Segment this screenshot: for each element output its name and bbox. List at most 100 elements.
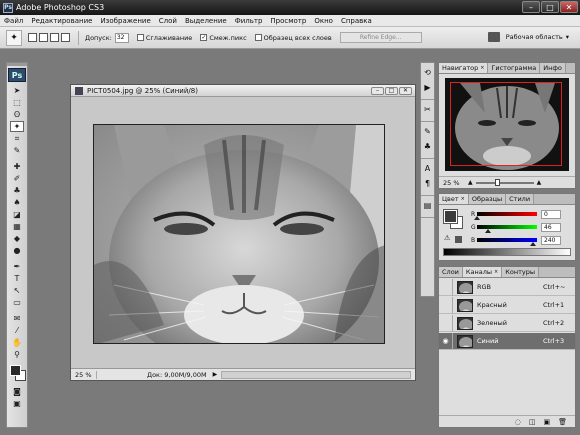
tab-styles[interactable]: Стили [506, 194, 535, 204]
brushes-panel-icon[interactable]: ✎ [422, 126, 433, 137]
visibility-eye-icon[interactable] [439, 278, 453, 296]
visibility-eye-icon[interactable]: ◉ [439, 332, 453, 350]
crop-tool-icon[interactable]: ⌗ [10, 133, 24, 144]
doc-close-button[interactable]: ✕ [399, 87, 412, 95]
clone-stamp-icon[interactable]: ♣ [10, 185, 24, 196]
gamut-warning-icon[interactable]: ⚠ [444, 234, 450, 242]
horizontal-scrollbar[interactable] [221, 370, 411, 379]
visibility-eye-icon[interactable] [439, 314, 453, 332]
marquee-tool-icon[interactable]: ⬚ [10, 97, 24, 108]
maximize-button[interactable]: □ [541, 1, 559, 13]
paragraph-panel-icon[interactable]: ¶ [422, 178, 433, 189]
zoom-in-icon[interactable]: ▲ [537, 179, 542, 186]
close-button[interactable]: ✕ [560, 1, 578, 13]
tab-navigator[interactable]: Навигатор × [439, 63, 489, 73]
tab-swatches[interactable]: Образцы [468, 194, 507, 204]
green-slider-knob[interactable] [484, 229, 491, 233]
shape-tool-icon[interactable]: ▭ [10, 297, 24, 308]
zoom-slider[interactable] [475, 178, 534, 186]
menu-layer[interactable]: Слой [159, 17, 177, 25]
subtract-selection-icon[interactable] [50, 33, 59, 42]
type-tool-icon[interactable]: T [10, 273, 24, 284]
healing-brush-icon[interactable]: ✚ [10, 161, 24, 172]
document-zoom-field[interactable]: 25 % [75, 370, 97, 379]
blue-slider-knob[interactable] [530, 242, 537, 246]
blue-slider[interactable] [477, 238, 537, 246]
menu-select[interactable]: Выделение [185, 17, 227, 25]
menu-edit[interactable]: Редактирование [31, 17, 92, 25]
menu-view[interactable]: Просмотр [270, 17, 306, 25]
actions-panel-icon[interactable]: ▶ [422, 82, 433, 93]
clone-source-icon[interactable]: ♣ [422, 141, 433, 152]
brush-tool-icon[interactable]: ✐ [10, 173, 24, 184]
workspace-menu[interactable]: Рабочая область [506, 33, 563, 41]
load-selection-icon[interactable]: ◌ [515, 418, 521, 426]
lasso-tool-icon[interactable]: ʘ [10, 109, 24, 120]
photoshop-logo[interactable]: Ps [8, 68, 26, 82]
add-selection-icon[interactable] [39, 33, 48, 42]
tab-close-icon[interactable]: × [494, 269, 498, 275]
document-size-info[interactable]: Док: 9,00M/9,00M [147, 371, 207, 379]
menu-image[interactable]: Изображение [100, 17, 150, 25]
layer-comps-icon[interactable]: ▤ [422, 200, 433, 211]
eyedropper-tool-icon[interactable]: ⁄ [10, 325, 24, 336]
magic-wand-icon[interactable]: ✦ [6, 29, 22, 46]
tab-close-icon[interactable]: × [461, 196, 465, 202]
character-panel-icon[interactable]: A [422, 163, 433, 174]
red-slider[interactable] [474, 212, 537, 220]
save-selection-icon[interactable]: ◫ [529, 418, 536, 426]
zoom-slider-knob[interactable] [494, 178, 500, 186]
eraser-tool-icon[interactable]: ◪ [10, 209, 24, 220]
navigator-thumbnail[interactable] [445, 78, 569, 171]
status-arrow-icon[interactable]: ▶ [213, 371, 218, 378]
tool-presets-icon[interactable]: ✂ [422, 104, 433, 115]
contiguous-checkbox[interactable]: ✓ [200, 34, 208, 41]
tolerance-input[interactable]: 32 [114, 32, 129, 43]
channel-row[interactable]: Красный Ctrl+1 [439, 296, 575, 314]
refine-edge-button[interactable]: Refine Edge... [339, 32, 422, 43]
slice-tool-icon[interactable]: ✎ [10, 145, 24, 156]
menu-help[interactable]: Справка [341, 17, 372, 25]
zoom-out-icon[interactable]: ▲ [468, 179, 473, 186]
tab-color[interactable]: Цвет × [439, 194, 469, 204]
tab-channels[interactable]: Каналы × [462, 267, 503, 277]
move-tool-icon[interactable]: ➤ [10, 85, 24, 96]
panel-foreground-swatch[interactable] [443, 209, 458, 224]
magic-wand-tool-icon[interactable]: ✦ [10, 121, 24, 132]
sample-all-checkbox[interactable] [254, 34, 262, 41]
history-panel-icon[interactable]: ⟲ [422, 67, 433, 78]
navigator-zoom-field[interactable]: 25 % [443, 179, 465, 187]
dodge-tool-icon[interactable]: ● [10, 245, 24, 256]
minimize-button[interactable]: – [522, 1, 540, 13]
workspace-icon[interactable] [487, 32, 500, 42]
color-ramp[interactable] [443, 248, 571, 256]
canvas-area[interactable] [71, 97, 415, 369]
screen-mode-icon[interactable]: ▣ [10, 398, 24, 409]
intersect-selection-icon[interactable] [61, 33, 70, 42]
blur-tool-icon[interactable]: ◆ [10, 233, 24, 244]
notes-tool-icon[interactable]: ✉ [10, 313, 24, 324]
tab-close-icon[interactable]: × [480, 65, 484, 71]
document-title-bar[interactable]: PICT0504.jpg @ 25% (Синий/8) – □ ✕ [71, 85, 415, 97]
tab-histogram[interactable]: Гистограмма [488, 63, 541, 73]
zoom-tool-icon[interactable]: ⚲ [10, 349, 24, 360]
foreground-color-swatch[interactable] [10, 365, 21, 376]
red-value-input[interactable]: 0 [541, 209, 561, 219]
cat-photo[interactable] [93, 124, 385, 344]
green-value-input[interactable]: 46 [541, 222, 561, 232]
visibility-eye-icon[interactable] [439, 296, 453, 314]
doc-minimize-button[interactable]: – [371, 87, 384, 95]
menu-window[interactable]: Окно [314, 17, 333, 25]
delete-channel-icon[interactable]: 🗑 [558, 418, 567, 426]
red-slider-knob[interactable] [474, 216, 480, 220]
channel-row[interactable]: Зеленый Ctrl+2 [439, 314, 575, 332]
green-slider[interactable] [477, 225, 537, 233]
gamut-color-swatch[interactable] [455, 236, 462, 243]
doc-maximize-button[interactable]: □ [385, 87, 398, 95]
gradient-tool-icon[interactable]: ▦ [10, 221, 24, 232]
new-channel-icon[interactable]: ▣ [543, 418, 550, 426]
tab-paths[interactable]: Контуры [502, 267, 539, 277]
channel-row[interactable]: RGB Ctrl+~ [439, 278, 575, 296]
history-brush-icon[interactable]: ♠ [10, 197, 24, 208]
antialias-checkbox[interactable] [136, 34, 144, 41]
